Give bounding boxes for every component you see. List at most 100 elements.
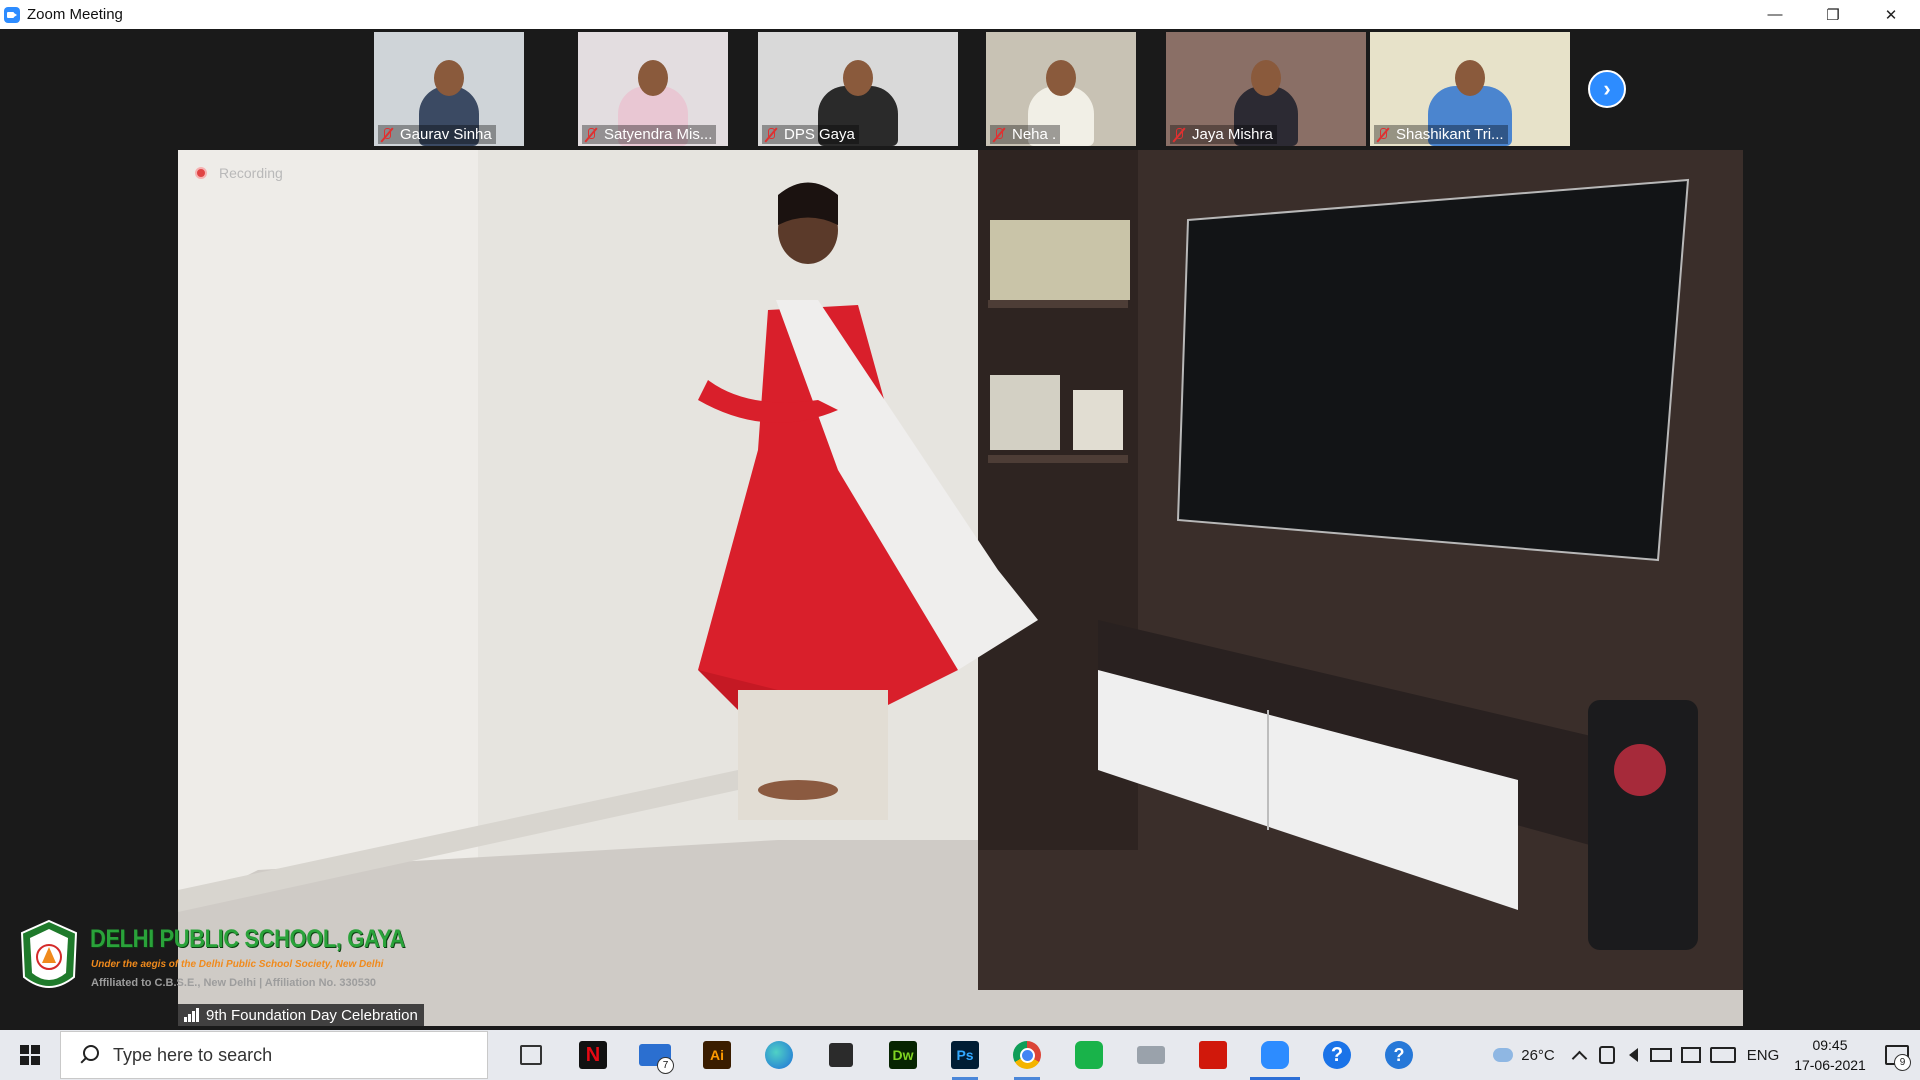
taskbar-app-help[interactable]: ? bbox=[1306, 1030, 1368, 1080]
participant-tile[interactable]: Neha . bbox=[986, 32, 1136, 146]
dancer-feet bbox=[758, 780, 838, 800]
chevron-up-icon bbox=[1571, 1050, 1587, 1066]
participant-head bbox=[1251, 60, 1281, 96]
camera-icon bbox=[1599, 1046, 1615, 1064]
taskbar-app-edge[interactable] bbox=[748, 1030, 810, 1080]
restore-button[interactable]: ❐ bbox=[1804, 0, 1862, 29]
show-hidden-icons-button[interactable] bbox=[1564, 1030, 1594, 1080]
main-video: Recording bbox=[178, 150, 1743, 1026]
taskbar-app-store[interactable] bbox=[810, 1030, 872, 1080]
clock[interactable]: 09:45 17-06-2021 bbox=[1786, 1030, 1874, 1080]
tray-keyboard[interactable] bbox=[1706, 1030, 1740, 1080]
participant-label: Jaya Mishra bbox=[1170, 125, 1277, 144]
participant-name: Gaurav Sinha bbox=[400, 126, 492, 143]
acrobat-icon bbox=[1199, 1041, 1227, 1069]
keyboard-icon bbox=[1710, 1047, 1736, 1063]
participant-strip: Gaurav Sinha Satyendra Mis... DPS Gaya N… bbox=[0, 32, 1920, 146]
participant-tile[interactable]: Shashikant Tri... bbox=[1370, 32, 1570, 146]
taskbar-apps: N 7 Ai Dw Ps ? ? bbox=[500, 1030, 1430, 1080]
system-tray: 26°C ENG 09:45 17-06-2021 9 bbox=[1484, 1030, 1920, 1080]
school-name: DELHI PUBLIC SCHOOL, GAYA bbox=[90, 925, 405, 953]
taskbar-app-quick-assist[interactable]: ? bbox=[1368, 1030, 1430, 1080]
participant-head bbox=[843, 60, 873, 96]
taskbar-app-mail[interactable]: 7 bbox=[624, 1030, 686, 1080]
speaker-icon bbox=[1628, 1048, 1638, 1062]
photo-frame bbox=[990, 375, 1060, 450]
participant-label: Satyendra Mis... bbox=[582, 125, 717, 144]
clock-date: 17-06-2021 bbox=[1794, 1057, 1866, 1073]
participant-tile[interactable]: Gaurav Sinha bbox=[374, 32, 524, 146]
weather-icon bbox=[1493, 1048, 1514, 1062]
recording-label: Recording bbox=[219, 165, 283, 181]
dreamweaver-icon: Dw bbox=[889, 1041, 917, 1069]
taskbar-app-printer[interactable] bbox=[1120, 1030, 1182, 1080]
muted-mic-icon bbox=[992, 126, 1006, 143]
recording-indicator: Recording bbox=[195, 165, 283, 181]
minimize-button[interactable]: — bbox=[1746, 0, 1804, 29]
participant-tile[interactable]: Satyendra Mis... bbox=[578, 32, 728, 146]
notification-count: 9 bbox=[1894, 1054, 1911, 1071]
taskbar-app-illustrator[interactable]: Ai bbox=[686, 1030, 748, 1080]
taskbar-app-dreamweaver[interactable]: Dw bbox=[872, 1030, 934, 1080]
muted-mic-icon bbox=[1172, 126, 1186, 143]
netflix-icon: N bbox=[579, 1041, 607, 1069]
search-icon bbox=[79, 1045, 99, 1065]
language-indicator[interactable]: ENG bbox=[1740, 1030, 1786, 1080]
title-bar: Zoom Meeting — ❐ ✕ bbox=[0, 0, 1920, 29]
participant-tile[interactable]: Jaya Mishra bbox=[1166, 32, 1366, 146]
tray-volume[interactable] bbox=[1620, 1030, 1646, 1080]
network-icon bbox=[1681, 1047, 1701, 1063]
window-controls: — ❐ ✕ bbox=[1746, 0, 1920, 29]
tray-meet-now[interactable] bbox=[1594, 1030, 1620, 1080]
next-participants-button[interactable]: › bbox=[1588, 70, 1626, 108]
mail-badge: 7 bbox=[657, 1057, 674, 1074]
notification-center-button[interactable]: 9 bbox=[1874, 1030, 1920, 1080]
school-crest-icon bbox=[20, 919, 78, 988]
participant-label: Neha . bbox=[990, 125, 1061, 144]
start-button[interactable] bbox=[0, 1030, 60, 1080]
weather-temp: 26°C bbox=[1521, 1046, 1555, 1064]
phone-app-icon bbox=[1075, 1041, 1103, 1069]
zoom-icon bbox=[1261, 1041, 1289, 1069]
printer-icon bbox=[1137, 1046, 1165, 1064]
weather-widget[interactable]: 26°C bbox=[1484, 1030, 1564, 1080]
shelf bbox=[988, 455, 1128, 463]
photo-frame bbox=[1073, 390, 1123, 450]
school-aegis-text: Under the aegis of the Delhi Public Scho… bbox=[91, 959, 384, 970]
speaker-light bbox=[1614, 744, 1666, 796]
television bbox=[1176, 178, 1690, 562]
help-icon: ? bbox=[1323, 1041, 1351, 1069]
participant-label: Shashikant Tri... bbox=[1374, 125, 1508, 144]
zoom-app-icon bbox=[4, 6, 20, 23]
muted-mic-icon bbox=[1376, 126, 1390, 143]
taskbar-app-netflix[interactable]: N bbox=[562, 1030, 624, 1080]
taskbar-app-photoshop[interactable]: Ps bbox=[934, 1030, 996, 1080]
photo-frames bbox=[990, 220, 1130, 300]
battery-icon bbox=[1650, 1048, 1672, 1062]
taskbar-app-zoom[interactable] bbox=[1244, 1030, 1306, 1080]
record-dot-icon bbox=[195, 167, 207, 179]
participant-head bbox=[1455, 60, 1485, 96]
clock-time: 09:45 bbox=[1812, 1037, 1848, 1053]
dance-video-frame bbox=[178, 150, 1743, 1026]
shelf bbox=[988, 300, 1128, 308]
windows-logo-icon bbox=[20, 1045, 40, 1065]
speaker bbox=[1588, 700, 1698, 950]
taskbar-app-acrobat[interactable] bbox=[1182, 1030, 1244, 1080]
taskbar-app-chrome[interactable] bbox=[996, 1030, 1058, 1080]
chrome-icon bbox=[1013, 1041, 1041, 1069]
tray-battery[interactable] bbox=[1646, 1030, 1676, 1080]
tray-network[interactable] bbox=[1676, 1030, 1706, 1080]
quick-assist-icon: ? bbox=[1385, 1041, 1413, 1069]
close-button[interactable]: ✕ bbox=[1862, 0, 1920, 29]
edge-icon bbox=[765, 1041, 793, 1069]
dancer-pants bbox=[738, 690, 888, 820]
taskbar-app-phone[interactable] bbox=[1058, 1030, 1120, 1080]
muted-mic-icon bbox=[584, 126, 598, 143]
participant-head bbox=[434, 60, 464, 96]
taskbar-search[interactable]: Type here to search bbox=[60, 1031, 488, 1079]
meeting-area: Gaurav Sinha Satyendra Mis... DPS Gaya N… bbox=[0, 29, 1920, 1030]
participant-head bbox=[638, 60, 668, 96]
task-view-button[interactable] bbox=[500, 1030, 562, 1080]
participant-tile[interactable]: DPS Gaya bbox=[758, 32, 958, 146]
